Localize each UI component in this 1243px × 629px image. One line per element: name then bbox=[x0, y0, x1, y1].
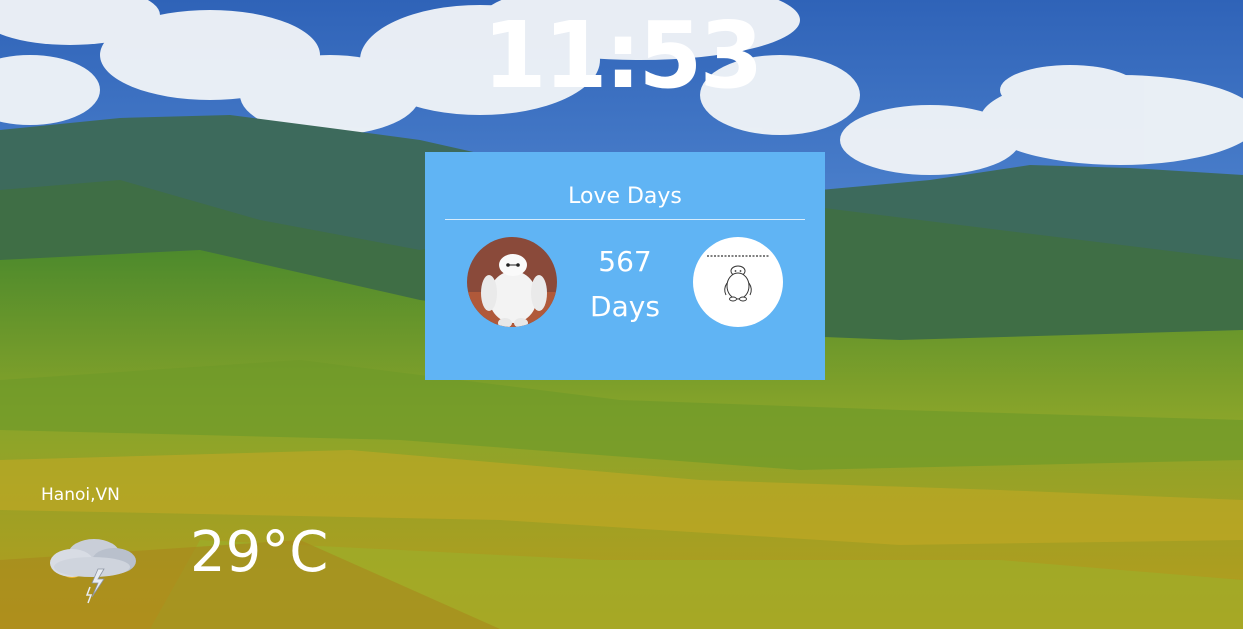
days-unit: Days bbox=[590, 290, 660, 323]
clock-time: 11:53 bbox=[482, 2, 764, 109]
weather-location: Hanoi,VN bbox=[41, 485, 120, 505]
baymax-sketch-icon bbox=[693, 237, 783, 327]
days-count: 567 bbox=[598, 245, 652, 278]
thunderstorm-icon bbox=[42, 525, 142, 610]
baymax-photo-icon bbox=[467, 237, 557, 327]
baymax-sketch-avatar[interactable] bbox=[693, 237, 783, 327]
card-divider bbox=[445, 219, 805, 220]
love-days-counter: 567 Days bbox=[565, 240, 685, 330]
baymax-photo-avatar[interactable] bbox=[467, 237, 557, 327]
love-days-card: Love Days 567 Days bbox=[425, 152, 825, 380]
card-title: Love Days bbox=[568, 184, 682, 209]
weather-temperature: 29°C bbox=[190, 520, 329, 585]
